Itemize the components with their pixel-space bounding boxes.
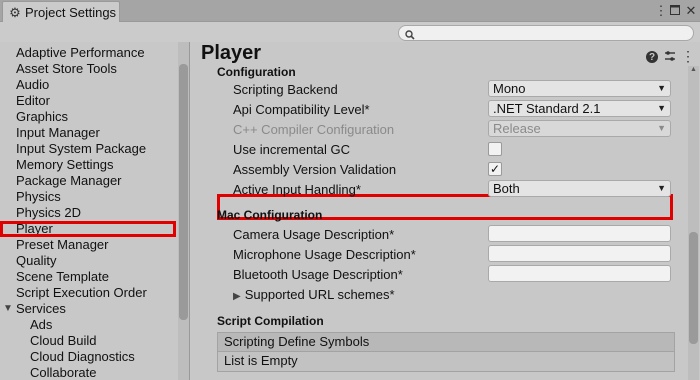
dropdown-arrow-icon: ▼ xyxy=(657,123,666,133)
foldout-label: Supported URL schemes* xyxy=(244,287,395,302)
bluetooth-usage-field[interactable] xyxy=(488,265,671,282)
section-configuration: Configuration xyxy=(217,66,296,79)
assembly-validation-checkbox[interactable]: ✓ xyxy=(488,162,502,176)
define-symbols-header[interactable]: Scripting Define Symbols xyxy=(217,332,675,352)
sidebar-item-preset-manager[interactable]: Preset Manager xyxy=(0,237,176,253)
dropdown-value: Mono xyxy=(493,81,526,96)
close-icon[interactable]: ✕ xyxy=(684,3,698,17)
sidebar-item-adaptive-performance[interactable]: Adaptive Performance xyxy=(0,45,176,61)
define-symbols-list: List is Empty xyxy=(217,352,675,372)
dropdown-value: Release xyxy=(493,121,541,136)
api-compat-label: Api Compatibility Level* xyxy=(233,102,370,117)
url-schemes-foldout[interactable]: ▶ Supported URL schemes* xyxy=(233,287,395,302)
sidebar-item-graphics[interactable]: Graphics xyxy=(0,109,176,125)
sidebar-item-input-system-package[interactable]: Input System Package xyxy=(0,141,176,157)
cpp-compiler-dropdown: Release ▼ xyxy=(488,120,671,137)
scripting-backend-dropdown[interactable]: Mono ▼ xyxy=(488,80,671,97)
search-icon xyxy=(405,28,415,40)
sidebar-item-memory-settings[interactable]: Memory Settings xyxy=(0,157,176,173)
sidebar-item-input-manager[interactable]: Input Manager xyxy=(0,125,176,141)
sidebar-item-scene-template[interactable]: Scene Template xyxy=(0,269,176,285)
dropdown-value: Both xyxy=(493,181,520,196)
sidebar-item-package-manager[interactable]: Package Manager xyxy=(0,173,176,189)
search-input[interactable] xyxy=(417,26,687,40)
sidebar-item-collaborate[interactable]: Collaborate xyxy=(0,365,176,380)
dropdown-value: .NET Standard 2.1 xyxy=(493,101,601,116)
sidebar-item-quality[interactable]: Quality xyxy=(0,253,176,269)
main-scroll-thumb[interactable] xyxy=(689,232,698,344)
sidebar-item-audio[interactable]: Audio xyxy=(0,77,176,93)
tab-label: Project Settings xyxy=(25,4,117,20)
scripting-backend-label: Scripting Backend xyxy=(233,82,338,97)
sidebar: Adaptive Performance Asset Store Tools A… xyxy=(0,42,190,380)
sidebar-item-ads[interactable]: Ads xyxy=(0,317,176,333)
tab-project-settings[interactable]: ⚙ Project Settings xyxy=(2,1,120,22)
kebab-icon[interactable]: ⋮ xyxy=(654,3,668,17)
sidebar-item-services[interactable]: ▼ Services xyxy=(0,301,176,317)
active-input-label: Active Input Handling* xyxy=(233,182,361,197)
active-input-dropdown[interactable]: Both ▼ xyxy=(488,180,671,197)
bluetooth-usage-label: Bluetooth Usage Description* xyxy=(233,267,403,282)
assembly-validation-label: Assembly Version Validation xyxy=(233,162,397,177)
chevron-right-icon: ▶ xyxy=(233,291,241,302)
sidebar-item-physics-2d[interactable]: Physics 2D xyxy=(0,205,176,221)
kebab-icon[interactable]: ⋮ xyxy=(681,48,695,65)
sidebar-item-editor[interactable]: Editor xyxy=(0,93,176,109)
preset-icon[interactable] xyxy=(664,50,676,62)
search-box[interactable] xyxy=(398,25,694,41)
help-icon[interactable]: ? xyxy=(646,51,658,63)
toolbar xyxy=(0,22,700,42)
page-title: Player xyxy=(201,42,262,64)
section-mac-configuration: Mac Configuration xyxy=(217,208,323,222)
main-panel: Player ? ⋮ Configuration Scripting Backe… xyxy=(191,42,700,380)
maximize-icon[interactable] xyxy=(668,3,682,17)
sidebar-item-cloud-build[interactable]: Cloud Build xyxy=(0,333,176,349)
sidebar-scroll-thumb[interactable] xyxy=(179,64,188,320)
api-compat-dropdown[interactable]: .NET Standard 2.1 ▼ xyxy=(488,100,671,117)
sidebar-item-label: Services xyxy=(16,301,66,316)
microphone-usage-field[interactable] xyxy=(488,245,671,262)
dropdown-arrow-icon: ▼ xyxy=(657,183,666,193)
camera-usage-field[interactable] xyxy=(488,225,671,242)
sidebar-item-physics[interactable]: Physics xyxy=(0,189,176,205)
window-title-bar: ⚙ Project Settings ⋮ ✕ xyxy=(0,0,700,22)
scroll-up-icon[interactable]: ▲ xyxy=(689,66,698,76)
gear-icon: ⚙ xyxy=(9,4,21,20)
sidebar-item-script-execution-order[interactable]: Script Execution Order xyxy=(0,285,176,301)
chevron-down-icon[interactable]: ▼ xyxy=(3,301,13,317)
inspector-content: Configuration Scripting Backend Mono ▼ A… xyxy=(205,66,687,380)
incremental-gc-checkbox[interactable] xyxy=(488,142,502,156)
sidebar-item-cloud-diagnostics[interactable]: Cloud Diagnostics xyxy=(0,349,176,365)
microphone-usage-label: Microphone Usage Description* xyxy=(233,247,416,262)
section-script-compilation: Script Compilation xyxy=(217,314,324,328)
sidebar-item-player[interactable]: Player xyxy=(0,221,176,237)
sidebar-scrollbar[interactable] xyxy=(178,42,189,380)
cpp-compiler-label: C++ Compiler Configuration xyxy=(233,122,395,137)
main-scrollbar[interactable]: ▲ xyxy=(688,66,699,380)
camera-usage-label: Camera Usage Description* xyxy=(233,227,395,242)
sidebar-item-asset-store-tools[interactable]: Asset Store Tools xyxy=(0,61,176,77)
checkmark-icon: ✓ xyxy=(489,162,501,176)
incremental-gc-label: Use incremental GC xyxy=(233,142,351,157)
dropdown-arrow-icon: ▼ xyxy=(657,83,666,93)
dropdown-arrow-icon: ▼ xyxy=(657,103,666,113)
